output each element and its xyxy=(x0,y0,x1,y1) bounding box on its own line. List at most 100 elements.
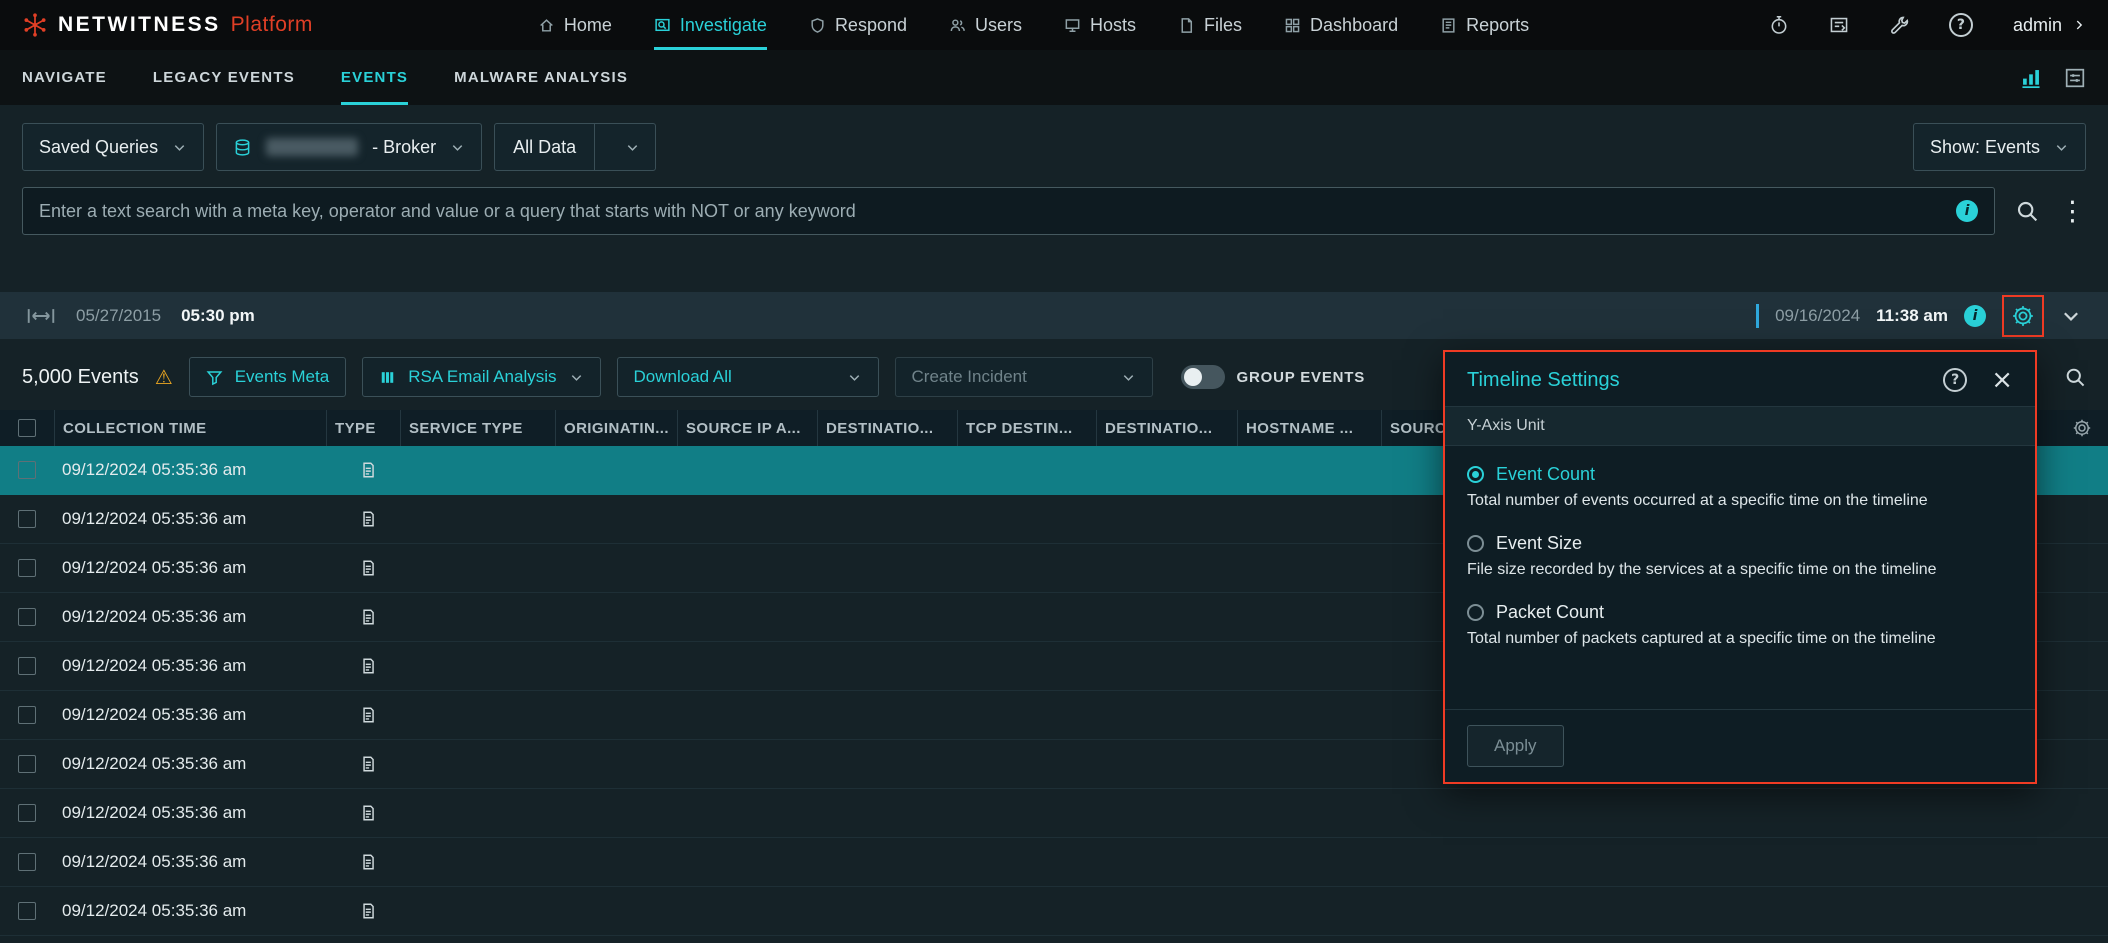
option-packet-count-radio-row[interactable]: Packet Count xyxy=(1467,602,2013,623)
nav-users[interactable]: Users xyxy=(949,0,1022,50)
main-nav: Home Investigate Respond Users Hosts Fil… xyxy=(538,0,1529,50)
radio-unselected-icon[interactable] xyxy=(1467,535,1484,552)
time-range-dropdown[interactable]: All Data xyxy=(494,123,656,171)
row-checkbox[interactable] xyxy=(18,755,36,773)
more-options-kebab-icon[interactable]: ⋮ xyxy=(2059,198,2086,225)
panel-close-icon[interactable]: × xyxy=(1991,367,2013,393)
row-check-cell xyxy=(0,902,54,920)
row-checkbox[interactable] xyxy=(18,461,36,479)
tab-events[interactable]: EVENTS xyxy=(341,50,408,105)
timeline-strip: 05/27/2015 05:30 pm 09/16/2024 11:38 am … xyxy=(0,292,2108,339)
columns-icon xyxy=(379,369,396,386)
col-service-type[interactable]: SERVICE TYPE xyxy=(400,410,555,446)
table-row[interactable]: 09/12/2024 05:35:36 am xyxy=(0,887,2108,936)
search-icon[interactable] xyxy=(2015,199,2039,223)
preferences-panel-icon[interactable] xyxy=(2064,67,2086,89)
nav-files[interactable]: Files xyxy=(1178,0,1242,50)
row-checkbox[interactable] xyxy=(18,853,36,871)
row-checkbox[interactable] xyxy=(18,559,36,577)
events-chart-view-icon[interactable] xyxy=(2020,67,2042,89)
brand-name: NETWITNESS xyxy=(58,13,221,37)
row-check-cell xyxy=(0,755,54,773)
col-source-ip[interactable]: SOURCE IP A... xyxy=(677,410,817,446)
col-collection-time[interactable]: COLLECTION TIME xyxy=(54,410,326,446)
nav-respond[interactable]: Respond xyxy=(809,0,907,50)
col-type[interactable]: TYPE xyxy=(326,410,400,446)
log-type-icon xyxy=(326,559,400,577)
row-checkbox[interactable] xyxy=(18,804,36,822)
log-type-icon xyxy=(326,510,400,528)
row-checkbox[interactable] xyxy=(18,902,36,920)
users-icon xyxy=(949,17,966,34)
col-hostname[interactable]: HOSTNAME ... xyxy=(1237,410,1381,446)
chevron-down-icon xyxy=(2054,140,2069,155)
service-dropdown[interactable]: - Broker xyxy=(216,123,482,171)
nav-label: Users xyxy=(975,15,1022,36)
col-destination-2[interactable]: DESTINATIO... xyxy=(1096,410,1237,446)
info-icon[interactable]: i xyxy=(1956,200,1978,222)
nav-reports[interactable]: Reports xyxy=(1440,0,1529,50)
tab-legacy-events[interactable]: LEGACY EVENTS xyxy=(153,50,295,105)
tools-wrench-icon[interactable] xyxy=(1889,15,1909,35)
timeline-info-icon[interactable]: i xyxy=(1964,305,1986,327)
column-settings-gear-icon[interactable] xyxy=(2072,418,2092,438)
tab-navigate[interactable]: NAVIGATE xyxy=(22,50,107,105)
row-checkbox[interactable] xyxy=(18,510,36,528)
row-checkbox[interactable] xyxy=(18,706,36,724)
option-description: Total number of events occurred at a spe… xyxy=(1467,492,2013,510)
select-all-checkbox[interactable] xyxy=(18,419,36,437)
radio-selected-icon[interactable] xyxy=(1467,466,1484,483)
table-row[interactable]: 09/12/2024 05:35:36 am xyxy=(0,936,2108,943)
admin-menu[interactable]: admin xyxy=(2013,15,2086,36)
chevron-right-icon xyxy=(2072,18,2086,32)
events-meta-button[interactable]: Events Meta xyxy=(189,357,347,397)
row-check-cell xyxy=(0,853,54,871)
nav-label: Respond xyxy=(835,15,907,36)
chevron-down-icon[interactable] xyxy=(609,124,655,170)
timeline-pan-icon[interactable] xyxy=(26,305,56,327)
brand: NETWITNESS Platform xyxy=(22,0,313,50)
reports-icon xyxy=(1440,17,1457,34)
nav-hosts[interactable]: Hosts xyxy=(1064,0,1136,50)
nav-home[interactable]: Home xyxy=(538,0,612,50)
col-originating[interactable]: ORIGINATIN... xyxy=(555,410,677,446)
respond-shield-icon xyxy=(809,17,826,34)
query-search-box[interactable]: i xyxy=(22,187,1995,235)
row-collection-time: 09/12/2024 05:35:36 am xyxy=(54,509,326,529)
timeline-collapse-chevron-icon[interactable] xyxy=(2060,305,2082,327)
panel-body: Event Count Total number of events occur… xyxy=(1445,446,2035,709)
help-icon[interactable]: ? xyxy=(1949,13,1973,37)
option-event-count-radio-row[interactable]: Event Count xyxy=(1467,464,2013,485)
option-event-size-radio-row[interactable]: Event Size xyxy=(1467,533,2013,554)
radio-unselected-icon[interactable] xyxy=(1467,604,1484,621)
panel-header: Timeline Settings ? × xyxy=(1445,352,2035,406)
tab-malware-analysis[interactable]: MALWARE ANALYSIS xyxy=(454,50,628,105)
row-collection-time: 09/12/2024 05:35:36 am xyxy=(54,852,326,872)
create-incident-dropdown[interactable]: Create Incident xyxy=(895,357,1153,397)
col-tcp-destination[interactable]: TCP DESTIN... xyxy=(957,410,1096,446)
nav-investigate[interactable]: Investigate xyxy=(654,0,767,50)
col-destination[interactable]: DESTINATIO... xyxy=(817,410,957,446)
search-input[interactable] xyxy=(39,201,1942,222)
column-group-dropdown[interactable]: RSA Email Analysis xyxy=(362,357,600,397)
group-events-toggle[interactable] xyxy=(1181,365,1225,389)
timeline-cursor-marker xyxy=(1756,304,1759,328)
row-checkbox[interactable] xyxy=(18,657,36,675)
time-range-label: All Data xyxy=(495,124,595,170)
nav-dashboard[interactable]: Dashboard xyxy=(1284,0,1398,50)
download-all-dropdown[interactable]: Download All xyxy=(617,357,879,397)
row-check-cell xyxy=(0,461,54,479)
log-type-icon xyxy=(326,755,400,773)
table-row[interactable]: 09/12/2024 05:35:36 am xyxy=(0,789,2108,838)
panel-help-icon[interactable]: ? xyxy=(1943,368,1967,392)
table-search-icon[interactable] xyxy=(2064,366,2086,388)
table-row[interactable]: 09/12/2024 05:35:36 am xyxy=(0,838,2108,887)
gear-icon[interactable] xyxy=(2011,304,2035,328)
show-events-dropdown[interactable]: Show: Events xyxy=(1913,123,2086,171)
row-checkbox[interactable] xyxy=(18,608,36,626)
apply-button[interactable]: Apply xyxy=(1467,725,1564,767)
saved-queries-dropdown[interactable]: Saved Queries xyxy=(22,123,204,171)
jobs-icon[interactable] xyxy=(1829,15,1849,35)
toggle-knob xyxy=(1184,368,1202,386)
timer-icon[interactable] xyxy=(1769,15,1789,35)
